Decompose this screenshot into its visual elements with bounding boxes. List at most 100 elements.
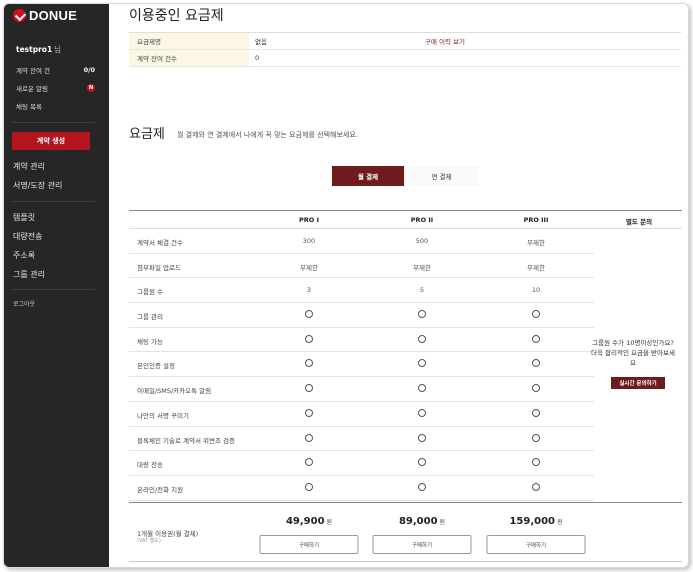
remaining-count-label: 계약 잔여 건수 [129,50,249,66]
plans-header-row: PRO I PRO II PRO III 별도 문의 [129,211,682,229]
included-circle-icon [418,433,426,442]
feature-value: 무제한 [413,263,431,272]
sidebar-new-alerts[interactable]: 새로운 알림 N [16,81,95,95]
column-pro-2: PRO II [410,216,434,224]
feature-row: 채팅 가능 [129,328,594,353]
sidebar-item-group-management[interactable]: 그룹 관리 [13,269,45,280]
feature-name: 본인인증 설정 [137,362,175,371]
logout-link[interactable]: 로그아웃 [13,299,35,308]
feature-row: 이메일/SMS/카카오톡 알림 [129,377,594,402]
feature-name: 그룹원 수 [137,288,163,297]
currency-unit: 원 [557,519,563,526]
feature-row: 계약서 체결 건수 300 500 무제한 [129,229,594,254]
create-contract-button[interactable]: 계약 생성 [12,132,90,150]
feature-name: 대량 전송 [137,461,163,470]
current-plan-row-remaining: 계약 잔여 건수 0 [129,50,681,67]
tab-yearly-billing[interactable]: 연 결제 [404,166,479,186]
sidebar-item-contract-management[interactable]: 계약 관리 [13,161,45,172]
buy-button-pro-3[interactable]: 구매하기 [486,535,586,554]
logo[interactable]: DONUE [13,7,77,23]
feature-name: 나만의 서명 꾸미기 [137,411,189,420]
sidebar: DONUE testpro1 님 계약 잔여 건 0/0 새로운 알림 N 채팅 … [4,4,109,567]
plan-name-label: 요금제명 [129,33,249,49]
feature-row: 대량 전송 [129,451,594,476]
included-circle-icon [418,310,426,319]
included-circle-icon [418,458,426,467]
sidebar-contract-remaining[interactable]: 계약 잔여 건 0/0 [16,63,95,77]
included-circle-icon [418,359,426,368]
currency-unit: 원 [439,519,446,526]
new-alert-badge: N [87,84,95,92]
column-pro-1: PRO I [299,216,319,224]
feature-name: 온라인/전화 지원 [137,485,184,494]
feature-row: 나만의 서명 꾸미기 [129,402,594,427]
included-circle-icon [305,384,313,393]
feature-row: 그룹원 수 3 5 10 [129,278,594,304]
plans-title: 요금제 [129,127,165,142]
pricing-row: 1개월 이용권(월 결제) (VAT 별도) 49,900 원 89,000 원 1… [129,502,682,562]
included-circle-icon [305,458,313,467]
included-circle-icon [305,310,313,319]
sidebar-divider [12,201,95,202]
buy-button-pro-1[interactable]: 구매하기 [259,535,359,554]
purchase-history-link[interactable]: 구매 이력 보기 [419,36,589,46]
app-window: DONUE testpro1 님 계약 잔여 건 0/0 새로운 알림 N 채팅 … [3,3,689,568]
main-content: 이용중인 요금제 요금제명 없음 구매 이력 보기 계약 잔여 건수 0 요금제… [109,4,688,567]
column-pro-3: PRO III [523,216,549,224]
feature-name: 계약서 체결 건수 [137,239,183,247]
current-plan-title: 이용중인 요금제 [129,8,224,24]
included-circle-icon [305,408,313,417]
price-pro-3: 159,000 원 [509,516,562,527]
tab-monthly-billing[interactable]: 월 결제 [332,166,404,186]
sidebar-divider [12,122,95,123]
feature-row: 본인인증 설정 [129,352,594,378]
included-circle-icon [532,384,540,393]
feature-row: 블록체인 기술로 계약서 위변조 검증 [129,427,594,452]
included-circle-icon [532,334,540,343]
included-circle-icon [418,408,426,417]
plan-name-value: 없음 [255,38,267,46]
remaining-count-value: 0 [255,54,260,62]
feature-row: 그룹 관리 [129,303,594,328]
included-circle-icon [305,359,313,368]
plans-subtitle: 월 결제와 연 결제에서 나에게 꼭 맞는 요금제를 선택해보세요. [177,131,359,139]
sidebar-item-address-book[interactable]: 주소록 [13,250,35,261]
sidebar-item-signature-management[interactable]: 서명/도장 관리 [13,180,62,191]
feature-name: 이메일/SMS/카카오톡 알림 [137,387,212,396]
contract-remaining-label: 계약 잔여 건 [16,67,51,75]
price-pro-1: 49,900 원 [286,516,332,527]
included-circle-icon [532,458,540,467]
live-inquiry-button[interactable]: 실시간 문의하기 [611,377,665,389]
feature-value: 5 [419,286,425,295]
included-circle-icon [418,334,426,343]
price-value: 159,000 [509,516,556,527]
current-plan-row-name: 요금제명 없음 구매 이력 보기 [129,33,681,50]
feature-value: 무제한 [300,263,318,272]
feature-value: 10 [531,286,541,295]
feature-name: 채팅 가능 [137,337,163,346]
feature-value: 무제한 [527,263,545,272]
feature-name: 블록체인 기술로 계약서 위변조 검증 [137,436,235,445]
included-circle-icon [305,334,313,343]
feature-row: 첨부파일 업로드 무제한 무제한 무제한 [129,254,594,279]
vat-note: (VAT 별도) [137,538,161,544]
included-circle-icon [305,482,313,491]
username: testpro1 [16,45,53,54]
feature-value: 무제한 [527,239,545,247]
logo-text: DONUE [29,7,77,23]
chat-list-label: 채팅 목록 [16,103,42,111]
sidebar-item-bulk-send[interactable]: 대량전송 [13,231,42,242]
user-greeting: testpro1 님 [16,44,61,55]
currency-unit: 원 [326,519,333,526]
new-alerts-label: 새로운 알림 [16,85,48,93]
column-custom-inquiry: 별도 문의 [625,218,653,226]
included-circle-icon [532,359,540,368]
price-value: 49,900 [285,516,325,527]
feature-value: 300 [302,237,316,245]
sidebar-chat-list[interactable]: 채팅 목록 [16,99,95,113]
sidebar-item-templates[interactable]: 템플릿 [13,212,35,223]
feature-name: 그룹 관리 [137,313,163,322]
buy-button-pro-2[interactable]: 구매하기 [372,535,472,554]
included-circle-icon [418,384,426,393]
contract-remaining-value: 0/0 [83,66,95,74]
